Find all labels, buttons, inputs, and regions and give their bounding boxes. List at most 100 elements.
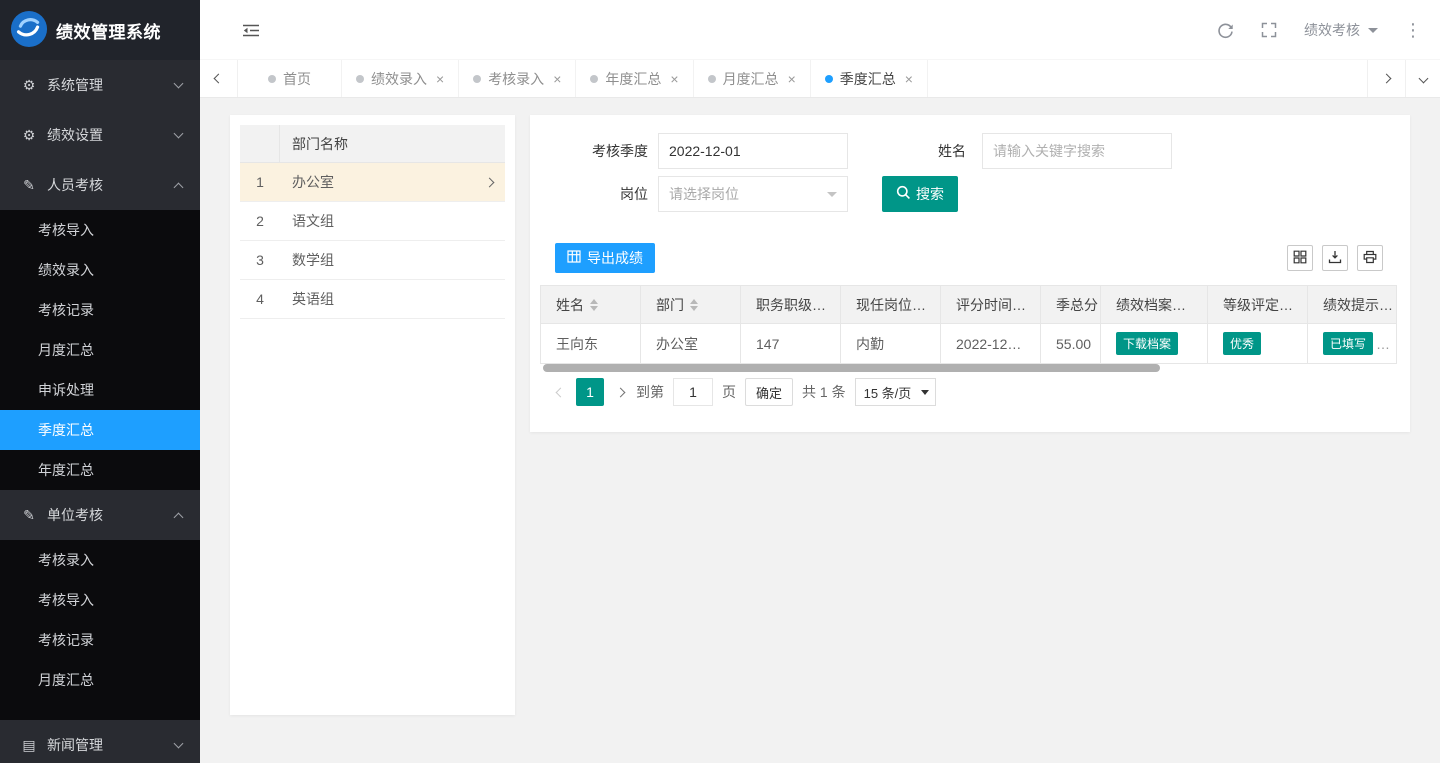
truncation-ellipsis: … [1376, 336, 1390, 352]
fullscreen-icon[interactable] [1260, 21, 1278, 39]
export-scores-label: 导出成绩 [587, 248, 643, 268]
prev-page-button[interactable] [553, 389, 567, 396]
user-role-dropdown[interactable]: 绩效考核 [1304, 20, 1378, 40]
close-icon[interactable]: × [553, 71, 561, 87]
chevron-down-icon [174, 739, 184, 749]
horizontal-scrollbar[interactable] [543, 364, 1160, 372]
quarter-label: 考核季度 [530, 133, 648, 169]
column-header-score-time: 评分时间… [941, 286, 1041, 323]
tab-monthly-summary[interactable]: 月度汇总 × [694, 60, 811, 97]
more-menu-icon[interactable]: ⋮ [1404, 21, 1422, 39]
table-row[interactable]: 王向东 办公室 147 内勤 2022-12… 55.00 下载档案 优秀 已填… [541, 324, 1396, 363]
collapse-sidebar-icon[interactable] [242, 23, 262, 38]
personnel-submenu: 考核导入 绩效录入 考核记录 月度汇总 申诉处理 季度汇总 年度汇总 [0, 210, 200, 490]
tab-performance-entry[interactable]: 绩效录入 × [342, 60, 459, 97]
tabs-menu-button[interactable] [1405, 60, 1440, 97]
tab-assessment-entry[interactable]: 考核录入 × [459, 60, 576, 97]
tab-bar: 首页 绩效录入 × 考核录入 × 年度汇总 × 月度汇总 × [200, 60, 1440, 98]
edit-icon: ✎ [20, 507, 38, 524]
department-row-name: 数学组 [280, 250, 505, 270]
sidebar-subitem-unit-assessment-entry[interactable]: 考核录入 [0, 540, 200, 580]
export-table-button[interactable] [1322, 245, 1348, 271]
sidebar-subitem-unit-assessment-records[interactable]: 考核记录 [0, 620, 200, 660]
export-scores-button[interactable]: 导出成绩 [555, 243, 655, 273]
sidebar-subitem-assessment-import[interactable]: 考核导入 [0, 210, 200, 250]
sidebar-subitem-unit-monthly-summary[interactable]: 月度汇总 [0, 660, 200, 700]
gear-icon: ⚙ [20, 77, 38, 94]
grade-badge-button[interactable]: 优秀 [1223, 332, 1261, 355]
department-row-index: 3 [240, 252, 280, 268]
sort-icon[interactable] [690, 299, 698, 311]
chevron-up-icon [174, 513, 184, 523]
confirm-page-button[interactable]: 确定 [745, 378, 793, 406]
position-select[interactable]: 请选择岗位 [658, 176, 848, 212]
column-header-name[interactable]: 姓名 [541, 286, 641, 323]
sidebar-subitem-performance-entry[interactable]: 绩效录入 [0, 250, 200, 290]
cell-department: 办公室 [641, 324, 741, 363]
tab-home[interactable]: 首页 [238, 60, 342, 97]
next-page-button[interactable] [613, 389, 627, 396]
department-row[interactable]: 4 英语组 [240, 280, 505, 319]
sidebar-subitem-quarterly-summary[interactable]: 季度汇总 [0, 410, 200, 450]
sidebar-item-label: 单位考核 [47, 505, 103, 525]
tab-annual-summary[interactable]: 年度汇总 × [576, 60, 693, 97]
column-label: 绩效档案… [1116, 295, 1186, 315]
sidebar-item-unit-assessment[interactable]: ✎ 单位考核 [0, 490, 200, 540]
tabs-list: 首页 绩效录入 × 考核录入 × 年度汇总 × 月度汇总 × [238, 60, 928, 97]
name-search-input[interactable] [982, 133, 1172, 169]
chevron-down-icon [827, 192, 837, 197]
edit-icon: ✎ [20, 177, 38, 194]
close-icon[interactable]: × [670, 71, 678, 87]
sidebar-item-system-management[interactable]: ⚙ 系统管理 [0, 60, 200, 110]
refresh-icon[interactable] [1216, 21, 1234, 39]
current-page-button[interactable]: 1 [576, 378, 604, 406]
goto-page-input[interactable] [673, 378, 713, 406]
print-button[interactable] [1357, 245, 1383, 271]
tabs-scroll-right-button[interactable] [1367, 60, 1405, 97]
sidebar-subitem-annual-summary[interactable]: 年度汇总 [0, 450, 200, 490]
sidebar-item-news-management[interactable]: ▤ 新闻管理 [0, 720, 200, 763]
column-header-grade: 等级评定… [1208, 286, 1308, 323]
sidebar-subitem-unit-assessment-import[interactable]: 考核导入 [0, 580, 200, 620]
column-label: 职务职级… [756, 295, 826, 315]
column-label: 姓名 [556, 295, 584, 315]
department-row[interactable]: 1 办公室 [240, 163, 505, 202]
total-count-label: 共 1 条 [802, 382, 846, 402]
department-row[interactable]: 3 数学组 [240, 241, 505, 280]
close-icon[interactable]: × [905, 71, 913, 87]
column-header-quarter-total: 季总分 [1041, 286, 1101, 323]
column-header-duty-rank: 职务职级… [741, 286, 841, 323]
column-header-current-position: 现任岗位… [841, 286, 941, 323]
chevron-down-icon [1418, 74, 1428, 84]
chevron-down-icon [1368, 28, 1378, 33]
close-icon[interactable]: × [788, 71, 796, 87]
sidebar-item-personnel-assessment[interactable]: ✎ 人员考核 [0, 160, 200, 210]
column-header-archive: 绩效档案… [1101, 286, 1208, 323]
settings-icon: ⚙ [20, 127, 38, 144]
tab-quarterly-summary[interactable]: 季度汇总 × [811, 60, 928, 97]
search-button[interactable]: 搜索 [882, 176, 958, 212]
quarter-date-input[interactable] [658, 133, 848, 169]
sidebar-subitem-assessment-records[interactable]: 考核记录 [0, 290, 200, 330]
hint-badge-button[interactable]: 已填写 [1323, 332, 1373, 355]
download-archive-button[interactable]: 下载档案 [1116, 332, 1178, 355]
tabs-scroll-left-button[interactable] [200, 60, 238, 97]
main-content: 部门名称 1 办公室 2 语文组 3 数学组 4 英语组 考核季度 [200, 98, 1440, 763]
department-row[interactable]: 2 语文组 [240, 202, 505, 241]
results-panel: 考核季度 姓名 岗位 请选择岗位 搜索 [530, 115, 1410, 432]
column-label: 现任岗位… [856, 295, 926, 315]
sidebar-subitem-monthly-summary[interactable]: 月度汇总 [0, 330, 200, 370]
index-column-header [240, 125, 280, 162]
sidebar-item-performance-settings[interactable]: ⚙ 绩效设置 [0, 110, 200, 160]
department-panel: 部门名称 1 办公室 2 语文组 3 数学组 4 英语组 [230, 115, 515, 715]
sort-icon[interactable] [590, 299, 598, 311]
print-icon [1363, 250, 1377, 267]
close-icon[interactable]: × [436, 71, 444, 87]
tab-label: 考核录入 [488, 69, 544, 89]
column-header-department[interactable]: 部门 [641, 286, 741, 323]
cell-archive: 下载档案 [1101, 324, 1208, 363]
department-row-index: 1 [240, 174, 280, 190]
page-size-select[interactable]: 15 条/页 [855, 378, 937, 406]
filter-columns-button[interactable] [1287, 245, 1313, 271]
sidebar-subitem-appeal-handling[interactable]: 申诉处理 [0, 370, 200, 410]
